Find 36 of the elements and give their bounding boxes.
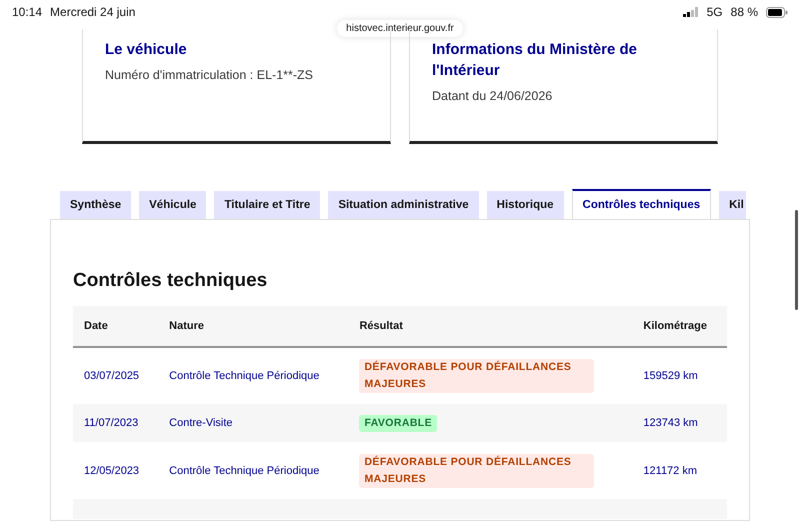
mileage-link[interactable]: 159529 km xyxy=(643,370,698,382)
date-link[interactable]: 11/07/2023 xyxy=(84,417,138,429)
date-link[interactable]: 12/05/2023 xyxy=(84,464,140,476)
nature-link[interactable]: Contre-Visite xyxy=(169,417,233,429)
status-time: 10:14 xyxy=(12,5,42,19)
result-badge: DÉFAVORABLE POUR DÉFAILLANCES MAJEURES xyxy=(359,454,594,488)
tab[interactable]: Contrôles techniques xyxy=(572,189,712,219)
date-link[interactable]: 03/07/2025 xyxy=(84,370,140,382)
column-header: Résultat xyxy=(348,306,632,347)
column-header: Date xyxy=(73,306,158,347)
tab[interactable]: Synthèse xyxy=(60,191,132,219)
section-title: Contrôles techniques xyxy=(73,270,268,292)
tab[interactable]: Kil xyxy=(719,191,746,219)
card-title[interactable]: Le véhicule xyxy=(105,39,368,60)
result-badge: DÉFAVORABLE POUR DÉFAILLANCES MAJEURES xyxy=(359,359,594,393)
network-label: 5G xyxy=(706,5,723,19)
card-title[interactable]: Informations du Ministère de l'Intérieur xyxy=(432,39,695,81)
status-date: Mercredi 24 juin xyxy=(50,5,136,19)
battery-icon xyxy=(766,6,788,18)
mileage-link[interactable]: 121172 km xyxy=(643,464,698,476)
nature-link[interactable]: Contrôle Technique Périodique xyxy=(169,464,320,476)
mileage-link[interactable]: 123743 km xyxy=(643,417,698,429)
tab[interactable]: Véhicule xyxy=(139,191,206,219)
column-header: Nature xyxy=(158,306,348,347)
card-text: Datant du 24/06/2026 xyxy=(432,89,554,103)
result-badge: FAVORABLE xyxy=(359,414,438,432)
tab[interactable]: Historique xyxy=(486,191,564,219)
tab[interactable]: Situation administrative xyxy=(328,191,479,219)
battery-percent: 88 % xyxy=(730,5,758,19)
tab[interactable]: Titulaire et Titre xyxy=(214,191,320,219)
address-bar[interactable]: histovec.interieur.gouv.fr xyxy=(337,20,463,37)
card-text: Numéro d'immatriculation : EL-1**-ZS xyxy=(105,68,314,82)
signal-icon xyxy=(682,7,699,17)
nature-link[interactable]: Contrôle Technique Périodique xyxy=(169,370,320,382)
scrollbar[interactable] xyxy=(795,210,798,310)
column-header: Kilométrage xyxy=(632,306,727,347)
